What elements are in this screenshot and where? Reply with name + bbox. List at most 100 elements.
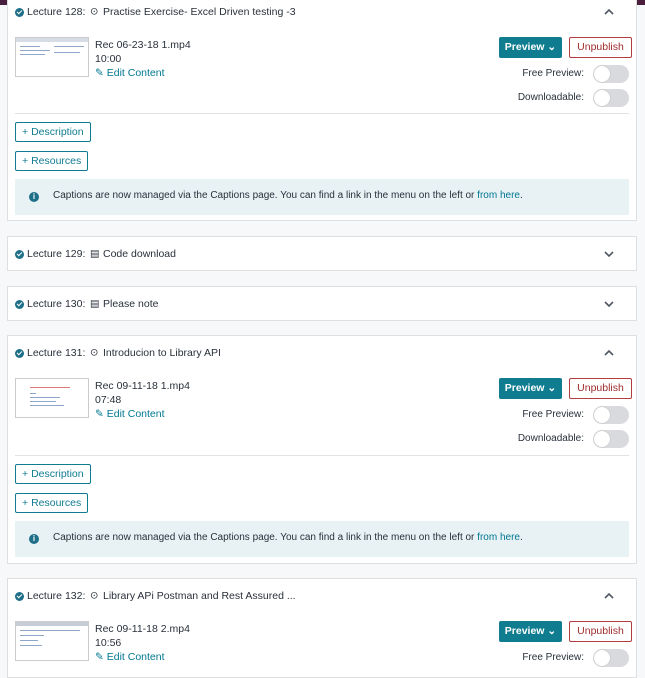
edit-content-link[interactable]: ✎ Edit Content [95, 67, 165, 79]
description-label: Description [31, 468, 84, 480]
lecture-number: Lecture 131: [27, 347, 86, 359]
lecture-panel-132: Lecture 132: ⊙ Library APi Postman and R… [7, 578, 637, 678]
downloadable-label: Downloadable: [517, 433, 584, 444]
published-check-icon [15, 8, 24, 17]
preview-label: Preview [504, 41, 545, 53]
plus-icon: + [22, 155, 29, 167]
chevron-down-icon: ⌄ [547, 625, 557, 637]
free-preview-toggle[interactable] [593, 65, 629, 83]
lecture-header[interactable]: Lecture 130: ▤ Please note [8, 287, 636, 320]
preview-button[interactable]: Preview ⌄ [499, 37, 562, 58]
unpublish-button[interactable]: Unpublish [569, 37, 632, 58]
chevron-up-icon[interactable] [604, 6, 614, 18]
free-preview-label: Free Preview: [522, 409, 584, 420]
description-label: Description [31, 126, 84, 138]
published-check-icon [15, 249, 24, 259]
free-preview-toggle[interactable] [593, 649, 629, 667]
plus-icon: + [22, 497, 29, 509]
lecture-number: Lecture 132: [27, 590, 86, 602]
document-icon: ▤ [90, 248, 100, 259]
pencil-icon: ✎ [95, 651, 104, 663]
unpublish-button[interactable]: Unpublish [569, 621, 632, 642]
info-icon: i [29, 534, 39, 544]
edit-content-label: Edit Content [106, 408, 165, 420]
published-check-icon [15, 592, 24, 601]
divider [15, 113, 629, 114]
downloadable-label: Downloadable: [517, 92, 584, 103]
captions-text: Captions are now managed via the Caption… [53, 190, 523, 201]
lecture-header[interactable]: Lecture 132: ⊙ Library APi Postman and R… [8, 579, 636, 613]
edit-content-link[interactable]: ✎ Edit Content [95, 651, 165, 663]
plus-icon: + [22, 126, 29, 138]
plus-icon: + [22, 468, 29, 480]
unpublish-button[interactable]: Unpublish [569, 378, 632, 399]
edit-content-label: Edit Content [106, 651, 165, 663]
published-check-icon [15, 299, 24, 309]
preview-label: Preview [504, 625, 545, 637]
file-name: Rec 06-23-18 1.mp4 [95, 39, 191, 51]
duration: 10:56 [95, 637, 122, 649]
captions-notice: i Captions are now managed via the Capti… [15, 179, 629, 215]
chevron-up-icon[interactable] [604, 347, 614, 359]
downloadable-toggle[interactable] [593, 430, 629, 448]
edit-content-link[interactable]: ✎ Edit Content [95, 408, 165, 420]
chevron-down-icon[interactable] [604, 248, 614, 260]
free-preview-label: Free Preview: [522, 652, 584, 663]
play-circle-icon: ⊙ [90, 347, 99, 359]
file-name: Rec 09-11-18 1.mp4 [95, 380, 190, 392]
pencil-icon: ✎ [95, 408, 104, 420]
lecture-title: Please note [103, 297, 159, 310]
video-thumbnail[interactable] [15, 37, 89, 77]
resources-label: Resources [31, 155, 82, 167]
chevron-up-icon[interactable] [604, 590, 614, 602]
free-preview-toggle[interactable] [593, 406, 629, 424]
lecture-number: Lecture 129: [27, 247, 86, 260]
preview-button[interactable]: Preview ⌄ [499, 621, 562, 642]
free-preview-label: Free Preview: [522, 68, 584, 79]
captions-text: Captions are now managed via the Caption… [53, 532, 523, 543]
lecture-panel-130[interactable]: Lecture 130: ▤ Please note [7, 286, 637, 321]
downloadable-toggle[interactable] [593, 89, 629, 107]
play-circle-icon: ⊙ [90, 6, 99, 18]
captions-end: . [519, 532, 523, 543]
video-thumbnail[interactable] [15, 621, 89, 661]
captions-message: Captions are now managed via the Caption… [53, 532, 478, 543]
add-description-button[interactable]: + Description [15, 464, 91, 484]
captions-link[interactable]: from here [477, 190, 520, 201]
add-resources-button[interactable]: + Resources [15, 151, 89, 171]
chevron-down-icon: ⌄ [547, 41, 557, 53]
edit-content-label: Edit Content [106, 67, 165, 79]
add-description-button[interactable]: + Description [15, 122, 91, 142]
duration: 10:00 [95, 53, 122, 65]
chevron-down-icon[interactable] [604, 298, 614, 310]
captions-link[interactable]: from here [477, 532, 520, 543]
lecture-panel-128: Lecture 128: ⊙ Practise Exercise- Excel … [7, 0, 637, 221]
add-resources-button[interactable]: + Resources [15, 493, 89, 513]
divider [15, 455, 629, 456]
info-icon: i [29, 192, 39, 202]
lecture-number: Lecture 128: [27, 6, 86, 18]
lecture-title: Practise Exercise- Excel Driven testing … [103, 6, 296, 18]
lecture-header[interactable]: Lecture 131: ⊙ Introducion to Library AP… [8, 336, 636, 370]
lecture-title: Introducion to Library API [103, 347, 221, 359]
lecture-header[interactable]: Lecture 128: ⊙ Practise Exercise- Excel … [8, 0, 636, 27]
lecture-panel-131: Lecture 131: ⊙ Introducion to Library AP… [7, 335, 637, 564]
captions-notice: i Captions are now managed via the Capti… [15, 521, 629, 557]
pencil-icon: ✎ [95, 67, 104, 79]
captions-end: . [519, 190, 523, 201]
duration: 07:48 [95, 394, 122, 406]
video-thumbnail[interactable] [15, 378, 89, 418]
preview-button[interactable]: Preview ⌄ [499, 378, 562, 399]
play-circle-icon: ⊙ [90, 590, 99, 602]
resources-label: Resources [31, 497, 82, 509]
chevron-down-icon: ⌄ [547, 382, 557, 394]
document-icon: ▤ [90, 298, 100, 309]
lecture-number: Lecture 130: [27, 297, 86, 310]
lecture-header[interactable]: Lecture 129: ▤ Code download [8, 237, 636, 270]
lecture-panel-129[interactable]: Lecture 129: ▤ Code download [7, 236, 637, 271]
captions-message: Captions are now managed via the Caption… [53, 190, 478, 201]
published-check-icon [15, 349, 24, 358]
lecture-title: Code download [103, 247, 176, 260]
file-name: Rec 09-11-18 2.mp4 [95, 623, 190, 635]
preview-label: Preview [504, 382, 545, 394]
